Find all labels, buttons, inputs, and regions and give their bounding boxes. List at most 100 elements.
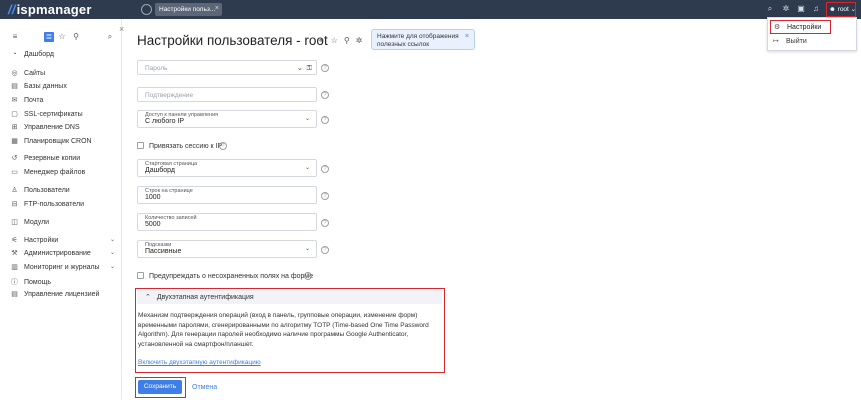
gear-icon: ⚙: [774, 24, 781, 31]
sidebar-item-help[interactable]: ⓘ Помощь: [10, 277, 118, 289]
sidebar-item-databases[interactable]: ▤ Базы данных: [10, 82, 118, 94]
sidebar-item-monitoring[interactable]: ▥ Мониторинг и журналы ⌄: [10, 263, 118, 275]
sidebar-item-cron[interactable]: ▦ Планировщик CRON: [10, 137, 118, 149]
star-icon[interactable]: ☆: [57, 32, 67, 42]
title-actions: ⚭☆⚲✲: [318, 36, 368, 45]
sidebar-collapse-icon[interactable]: ×: [119, 24, 124, 34]
sidebar-item-users[interactable]: ♙ Пользователи: [10, 186, 118, 198]
start-page-select[interactable]: Стартовая страница Дашборд ⌄: [137, 159, 317, 177]
menu-item-settings[interactable]: ⚙ Настройки: [770, 20, 831, 34]
help-icon[interactable]: ?: [321, 116, 329, 124]
useful-links-tooltip: Нажмите для отображения полезных ссылок …: [371, 29, 475, 50]
hints-select[interactable]: Подсказки Пассивные ⌄: [137, 240, 317, 258]
sidebar-item-label: Настройки: [24, 237, 59, 244]
chevron-down-icon: ⌄: [850, 6, 857, 13]
home-tab-icon[interactable]: [141, 4, 152, 15]
logo-mark-icon: //: [8, 2, 16, 17]
password-field[interactable]: Пароль ⌄ ⚿: [137, 60, 317, 75]
help-icon[interactable]: ?: [321, 91, 329, 99]
close-icon[interactable]: ×: [465, 33, 469, 41]
sidebar: ≡ ≣ ☆ ⚲ ⌕ ◔ Дашборд ◎ Сайты ▤ Базы данных ✉…: [0, 19, 122, 400]
help-icon[interactable]: ?: [219, 142, 227, 150]
bind-session-label: Привязать сессию к IP: [149, 143, 223, 150]
sidebar-item-label: Помощь: [24, 279, 52, 286]
menu-item-logout[interactable]: ↦ Выйти: [773, 37, 807, 45]
cancel-button[interactable]: Отмена: [192, 384, 217, 391]
search-icon[interactable]: ⌕: [105, 32, 115, 42]
tab-label: Настройки польз...: [159, 6, 216, 13]
sidebar-item-dns[interactable]: ⊞ Управление DNS: [10, 123, 118, 135]
dashboard-icon: ◔: [12, 51, 17, 58]
records-count-input[interactable]: Количество записей 5000: [137, 213, 317, 231]
help-icon[interactable]: ?: [321, 192, 329, 200]
chevron-down-icon: ⌄: [304, 116, 310, 122]
sidebar-item-license[interactable]: ▤ Управление лицензией: [10, 290, 118, 302]
sidebar-item-label: FTP-пользователи: [24, 201, 84, 208]
window-icon[interactable]: ▣: [796, 4, 806, 14]
checkbox[interactable]: [137, 272, 144, 279]
settings-icon[interactable]: ✲: [781, 4, 791, 14]
sidebar-item-label: SSL-сертификаты: [24, 111, 83, 118]
sidebar-item-label: Менеджер файлов: [24, 169, 86, 176]
sidebar-item-ftp-users[interactable]: ⊟ FTP-пользователи: [10, 200, 118, 212]
pin-icon[interactable]: ⚲: [344, 36, 356, 45]
help-icon[interactable]: ?: [321, 64, 329, 72]
sidebar-item-label: Управление лицензией: [24, 291, 100, 298]
hints-value: Пассивные: [145, 248, 182, 255]
password-actions: ⌄ ⚿: [297, 64, 313, 73]
warn-unsaved-checkbox[interactable]: Предупреждать о несохраненных полях на ф…: [137, 272, 313, 282]
menu-item-logout-label: Выйти: [786, 38, 807, 45]
sidebar-item-label: Сайты: [24, 70, 46, 77]
bind-session-checkbox[interactable]: Привязать сессию к IP: [137, 142, 222, 152]
chevron-down-icon: ⌄: [109, 237, 115, 243]
settings-icon[interactable]: ✲: [356, 36, 369, 45]
enable-two-factor-link[interactable]: Включить двухэтапную аутентификацию: [138, 359, 261, 366]
license-icon: ▤: [11, 291, 18, 298]
panel-access-select[interactable]: Доступ к панели управления С любого IP ⌄: [137, 110, 317, 128]
sidebar-item-label: Пользователи: [24, 187, 70, 194]
logo[interactable]: //ispmanager: [8, 2, 92, 17]
sidebar-item-dashboard[interactable]: ◔ Дашборд: [10, 51, 118, 63]
generate-password-icon[interactable]: ⚿: [307, 65, 313, 72]
checkbox[interactable]: [137, 142, 144, 149]
modules-icon: ◫: [11, 219, 18, 226]
pin-icon[interactable]: ⚲: [71, 32, 81, 42]
top-bar: //ispmanager Настройки польз... × ⌕ ✲ ▣ …: [0, 0, 861, 19]
confirm-password-field[interactable]: Подтверждение: [137, 87, 317, 102]
star-icon[interactable]: ☆: [331, 36, 344, 45]
sliders-icon: ⚟: [11, 237, 18, 244]
menu-icon[interactable]: ≡: [10, 32, 20, 42]
warn-unsaved-label: Предупреждать о несохраненных полях на ф…: [149, 273, 314, 280]
tab-user-settings[interactable]: Настройки польз... ×: [155, 3, 222, 16]
help-icon[interactable]: ?: [321, 246, 329, 254]
sidebar-item-label: Почта: [24, 97, 44, 104]
chevron-up-icon: ⌃: [145, 294, 151, 301]
sidebar-item-modules[interactable]: ◫ Модули: [10, 218, 118, 230]
help-icon[interactable]: ?: [321, 219, 329, 227]
two-factor-header[interactable]: ⌃ Двухэтапная аутентификация: [137, 290, 442, 304]
user-menu-button[interactable]: ☻ root ⌄: [826, 2, 856, 17]
sidebar-item-sites[interactable]: ◎ Сайты: [10, 69, 118, 81]
list-view-icon[interactable]: ≣: [44, 32, 54, 42]
page-title: Настройки пользователя - root: [137, 33, 328, 48]
records-count-value: 5000: [145, 221, 161, 228]
tab-close-icon[interactable]: ×: [215, 5, 219, 12]
help-icon[interactable]: ?: [321, 165, 329, 173]
sidebar-item-mail[interactable]: ✉ Почта: [10, 96, 118, 108]
sidebar-item-file-manager[interactable]: ▭ Менеджер файлов: [10, 168, 118, 180]
sidebar-item-backups[interactable]: ↺ Резервные копии: [10, 154, 118, 166]
two-factor-title: Двухэтапная аутентификация: [156, 294, 254, 301]
link-icon[interactable]: ⚭: [318, 36, 331, 45]
help-icon[interactable]: ?: [304, 272, 312, 280]
menu-item-settings-label: Настройки: [787, 24, 822, 31]
sidebar-item-settings[interactable]: ⚟ Настройки ⌄: [10, 236, 118, 248]
rows-per-page-input[interactable]: Строк на странице 1000: [137, 186, 317, 204]
sidebar-item-administration[interactable]: ⚒ Администрирование ⌄: [10, 249, 118, 261]
bell-icon[interactable]: ♫: [811, 4, 821, 14]
chevron-down-icon[interactable]: ⌄: [297, 65, 304, 72]
save-button[interactable]: Сохранить: [138, 380, 182, 394]
tooltip-text: Нажмите для отображения полезных ссылок: [377, 33, 459, 48]
sidebar-item-ssl[interactable]: ▢ SSL-сертификаты: [10, 110, 118, 122]
search-icon[interactable]: ⌕: [765, 4, 775, 14]
monitor-icon: ▥: [11, 264, 18, 271]
